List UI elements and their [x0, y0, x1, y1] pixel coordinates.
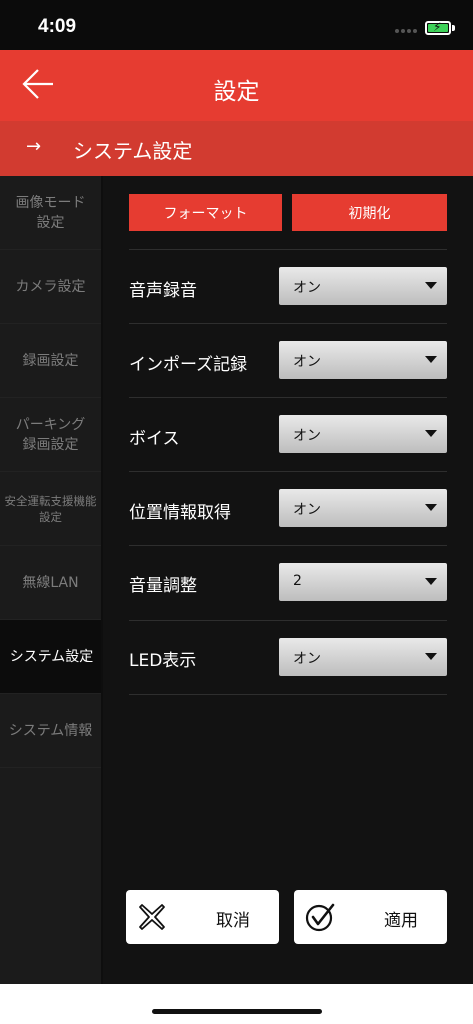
- volume-select[interactable]: 2: [279, 563, 447, 601]
- dropdown-value: オン: [293, 428, 321, 444]
- caret-down-icon: [425, 653, 437, 660]
- status-bar: 4:09 ⚡: [0, 0, 473, 50]
- led-select[interactable]: オン: [279, 638, 447, 676]
- sidebar-item-system-info[interactable]: システム情報: [0, 694, 101, 768]
- sidebar-item-system[interactable]: システム設定: [0, 620, 103, 694]
- battery-tip: [452, 25, 455, 31]
- sidebar-item-image-mode[interactable]: 画像モード 設定: [0, 176, 101, 250]
- status-time: 4:09: [38, 16, 77, 37]
- sidebar-item-wifi[interactable]: 無線LAN: [0, 546, 101, 620]
- close-icon: [139, 904, 165, 930]
- setting-label-led: LED表示: [129, 651, 197, 671]
- caret-down-icon: [425, 356, 437, 363]
- caret-down-icon: [425, 578, 437, 585]
- caret-down-icon: [425, 430, 437, 437]
- page-title: 設定: [213, 79, 260, 105]
- section-title: システム設定: [73, 139, 193, 163]
- setting-label-audio-recording: 音声録音: [129, 281, 197, 301]
- impose-select[interactable]: オン: [279, 341, 447, 379]
- sidebar-item-recording[interactable]: 録画設定: [0, 324, 101, 398]
- row-divider: [129, 545, 447, 546]
- sidebar-item-camera[interactable]: カメラ設定: [0, 250, 101, 324]
- location-select[interactable]: オン: [279, 489, 447, 527]
- dropdown-value: オン: [293, 502, 321, 518]
- row-divider: [129, 397, 447, 398]
- row-divider: [129, 249, 447, 250]
- main-panel: フォーマット 初期化 音声録音 オン インポーズ記録 オン ボイス オン 位置情…: [103, 176, 473, 984]
- setting-label-volume: 音量調整: [129, 576, 197, 596]
- sidebar: 画像モード 設定 カメラ設定 録画設定 パーキング 録画設定 安全運転支援機能 …: [0, 176, 103, 984]
- dropdown-value: オン: [293, 354, 321, 370]
- row-divider: [129, 620, 447, 621]
- audio-recording-select[interactable]: オン: [279, 267, 447, 305]
- section-arrow-icon: →: [26, 136, 42, 157]
- sidebar-item-parking[interactable]: パーキング 録画設定: [0, 398, 101, 472]
- apply-label: 適用: [384, 911, 418, 931]
- row-divider: [129, 694, 447, 695]
- format-button[interactable]: フォーマット: [129, 194, 282, 231]
- row-divider: [129, 323, 447, 324]
- dropdown-value: 2: [293, 573, 302, 589]
- setting-label-location: 位置情報取得: [129, 503, 231, 523]
- dropdown-value: オン: [293, 651, 321, 667]
- sidebar-item-safety[interactable]: 安全運転支援機能 設定: [0, 472, 101, 546]
- setting-label-impose: インポーズ記録: [129, 355, 248, 375]
- cancel-button[interactable]: 取消: [126, 890, 279, 944]
- apply-button[interactable]: 適用: [294, 890, 447, 944]
- home-indicator[interactable]: [152, 1009, 322, 1014]
- voice-select[interactable]: オン: [279, 415, 447, 453]
- signal-icon: [395, 29, 417, 33]
- row-divider: [129, 471, 447, 472]
- reset-button[interactable]: 初期化: [292, 194, 447, 231]
- setting-label-voice: ボイス: [129, 429, 180, 449]
- check-circle-icon: [305, 903, 335, 932]
- caret-down-icon: [425, 504, 437, 511]
- home-area: [0, 984, 473, 1024]
- cancel-label: 取消: [216, 911, 250, 931]
- battery-icon: ⚡: [425, 20, 451, 35]
- section-header: → システム設定: [0, 121, 473, 176]
- caret-down-icon: [425, 282, 437, 289]
- app-header: 設定: [0, 50, 473, 121]
- dropdown-value: オン: [293, 280, 321, 296]
